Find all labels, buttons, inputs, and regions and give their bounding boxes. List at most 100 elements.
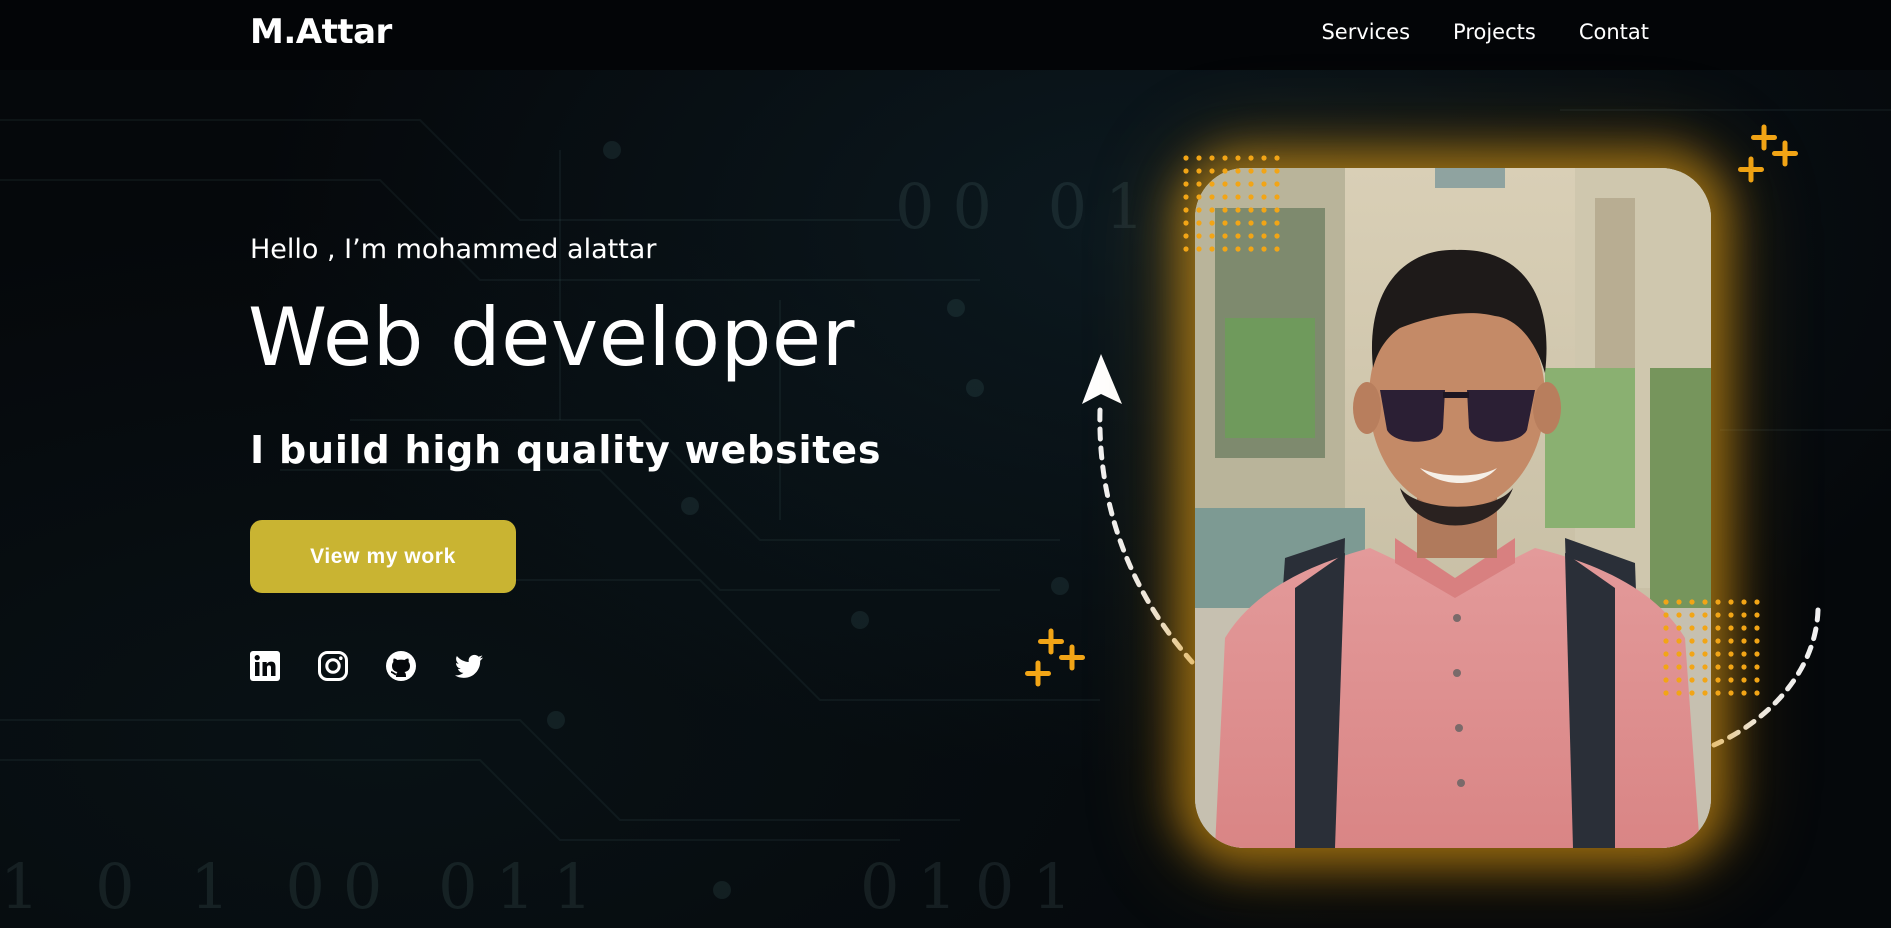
dot xyxy=(1209,155,1215,161)
dot xyxy=(1741,651,1747,657)
dot xyxy=(1676,638,1682,644)
dashed-arrow-left xyxy=(1082,354,1195,665)
nav-link-projects[interactable]: Projects xyxy=(1453,20,1536,44)
dot xyxy=(1196,246,1202,252)
dot xyxy=(1728,625,1734,631)
dot xyxy=(1261,233,1267,239)
dot xyxy=(1702,599,1708,605)
dot xyxy=(1663,651,1669,657)
dot xyxy=(1741,599,1747,605)
sparkle-plus-left xyxy=(1025,628,1085,687)
dot xyxy=(1715,612,1721,618)
dot xyxy=(1274,233,1280,239)
dot xyxy=(1196,155,1202,161)
dot xyxy=(1196,207,1202,213)
dot xyxy=(1183,246,1189,252)
dot xyxy=(1274,181,1280,187)
dot xyxy=(1728,690,1734,696)
dot xyxy=(1689,612,1695,618)
dot xyxy=(1754,664,1760,670)
dot xyxy=(1183,155,1189,161)
dot xyxy=(1702,690,1708,696)
dot xyxy=(1222,168,1228,174)
dot xyxy=(1196,168,1202,174)
instagram-icon[interactable] xyxy=(317,650,349,682)
view-my-work-button[interactable]: View my work xyxy=(250,520,516,593)
dot xyxy=(1274,168,1280,174)
dot xyxy=(1728,651,1734,657)
dot xyxy=(1222,181,1228,187)
dot xyxy=(1261,181,1267,187)
dot xyxy=(1209,194,1215,200)
dot xyxy=(1715,599,1721,605)
dot xyxy=(1754,690,1760,696)
dot xyxy=(1183,233,1189,239)
dot xyxy=(1715,677,1721,683)
dot xyxy=(1235,168,1241,174)
dot xyxy=(1222,194,1228,200)
dot xyxy=(1209,207,1215,213)
dot xyxy=(1689,677,1695,683)
dot xyxy=(1248,168,1254,174)
dot xyxy=(1676,664,1682,670)
dot xyxy=(1689,690,1695,696)
dot xyxy=(1196,194,1202,200)
sparkle-plus-right xyxy=(1738,124,1798,183)
dot xyxy=(1702,625,1708,631)
dot xyxy=(1183,168,1189,174)
dot xyxy=(1663,612,1669,618)
social-links xyxy=(249,650,485,682)
dot xyxy=(1663,625,1669,631)
dot xyxy=(1235,220,1241,226)
dot xyxy=(1248,233,1254,239)
twitter-icon[interactable] xyxy=(453,650,485,682)
dot xyxy=(1235,207,1241,213)
dot xyxy=(1196,233,1202,239)
dot xyxy=(1274,155,1280,161)
dot xyxy=(1741,664,1747,670)
dot xyxy=(1728,664,1734,670)
dot xyxy=(1676,599,1682,605)
dot xyxy=(1274,194,1280,200)
main-nav: Services Projects Contat xyxy=(1321,20,1649,44)
dot xyxy=(1209,168,1215,174)
dot xyxy=(1689,651,1695,657)
hero-greeting: Hello , I’m mohammed alattar xyxy=(250,234,657,265)
dot xyxy=(1248,207,1254,213)
dot xyxy=(1754,625,1760,631)
hero-tagline: I build high quality websites xyxy=(250,428,882,472)
dot xyxy=(1248,246,1254,252)
dot xyxy=(1676,612,1682,618)
dot xyxy=(1248,220,1254,226)
dot xyxy=(1261,168,1267,174)
dot xyxy=(1689,638,1695,644)
dot xyxy=(1235,233,1241,239)
linkedin-icon[interactable] xyxy=(249,650,281,682)
dot xyxy=(1676,651,1682,657)
dot xyxy=(1209,233,1215,239)
dot xyxy=(1196,181,1202,187)
dot-grid-bottom-right xyxy=(1663,599,1760,696)
dot xyxy=(1196,220,1202,226)
dot xyxy=(1261,207,1267,213)
dot xyxy=(1689,599,1695,605)
nav-link-services[interactable]: Services xyxy=(1321,20,1410,44)
site-logo[interactable]: M.Attar xyxy=(250,12,392,52)
dot xyxy=(1222,220,1228,226)
github-icon[interactable] xyxy=(385,650,417,682)
dot xyxy=(1222,155,1228,161)
dot xyxy=(1235,181,1241,187)
dot xyxy=(1741,638,1747,644)
hero-role-title: Web developer xyxy=(248,291,855,384)
nav-link-contact[interactable]: Contat xyxy=(1579,20,1649,44)
dot xyxy=(1702,651,1708,657)
dot xyxy=(1663,664,1669,670)
dot xyxy=(1741,612,1747,618)
dot-grid-top-left xyxy=(1183,155,1280,252)
dot xyxy=(1261,220,1267,226)
dot xyxy=(1715,638,1721,644)
dot xyxy=(1728,599,1734,605)
dot xyxy=(1715,625,1721,631)
dot xyxy=(1222,233,1228,239)
dot xyxy=(1728,638,1734,644)
